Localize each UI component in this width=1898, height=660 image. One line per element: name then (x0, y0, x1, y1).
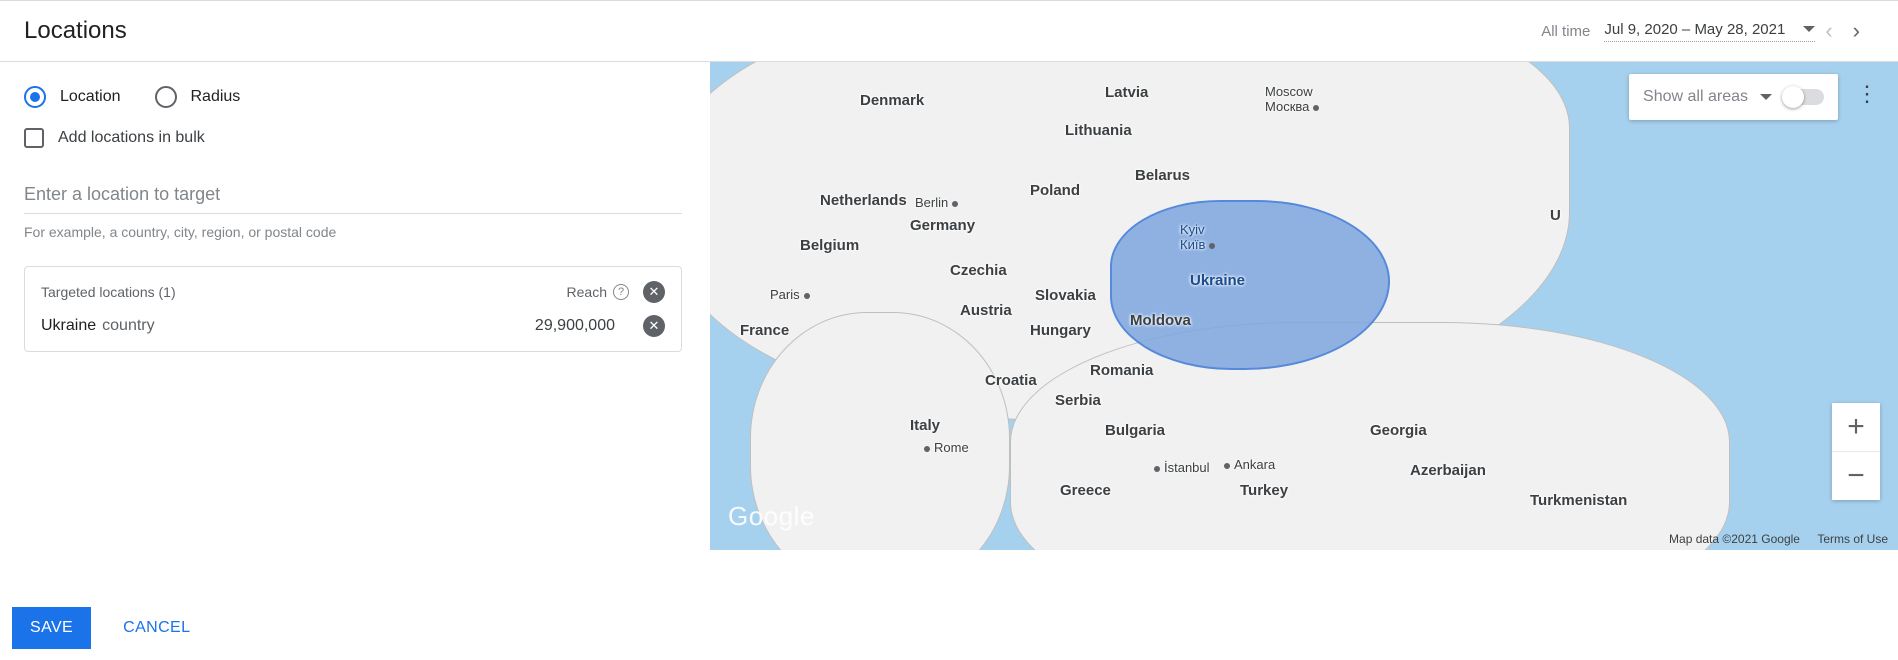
map-label: Belarus (1135, 167, 1190, 184)
map-attribution: Map data ©2021 Google Terms of Use (1669, 532, 1888, 546)
targeted-locations-box: Targeted locations (1) Reach ? ✕ Ukraine… (24, 266, 682, 352)
radio-radius[interactable]: Radius (155, 86, 241, 108)
zoom-out-button[interactable]: − (1832, 452, 1880, 500)
radio-location[interactable]: Location (24, 86, 121, 108)
map-label: Rome (920, 440, 969, 455)
map-label: Moldova (1130, 312, 1191, 329)
input-hint: For example, a country, city, region, or… (24, 224, 682, 240)
map-label: Belgium (800, 237, 859, 254)
map-label: Latvia (1105, 84, 1148, 101)
map-label: Austria (960, 302, 1012, 319)
header-bar: Locations All time Jul 9, 2020 – May 28,… (0, 0, 1898, 62)
date-range-picker[interactable]: All time Jul 9, 2020 – May 28, 2021 (1541, 21, 1815, 42)
google-logo: Google (728, 501, 815, 532)
map-label: Berlin (915, 195, 962, 210)
show-areas-toggle[interactable] (1784, 89, 1824, 105)
map-label: Italy (910, 417, 940, 434)
bulk-checkbox[interactable]: Add locations in bulk (24, 128, 682, 148)
map-label: Hungary (1030, 322, 1091, 339)
map-label: KyivКиїв (1180, 222, 1219, 252)
remove-target-button[interactable]: ✕ (643, 315, 665, 337)
map-label: Azerbaijan (1410, 462, 1486, 479)
map-label: France (740, 322, 789, 339)
date-range-label: All time (1541, 23, 1590, 40)
map-label: Slovakia (1035, 287, 1096, 304)
help-icon[interactable]: ? (613, 284, 629, 300)
prev-period-button: ‹ (1815, 14, 1842, 48)
chevron-down-icon (1803, 26, 1815, 32)
chevron-down-icon (1760, 94, 1772, 100)
page-title: Locations (24, 17, 127, 45)
map-label: Georgia (1370, 422, 1427, 439)
map-label: Turkey (1240, 482, 1288, 499)
map-label: Paris (770, 287, 814, 302)
zoom-in-button[interactable]: + (1832, 403, 1880, 451)
targets-header: Targeted locations (1) (41, 284, 176, 300)
map-menu-button[interactable]: ⋮ (1854, 74, 1880, 114)
terms-link[interactable]: Terms of Use (1817, 532, 1888, 546)
map-label: MoscowМосква (1265, 84, 1323, 114)
target-row: Ukraine country 29,900,000 ✕ (41, 315, 665, 337)
date-range-value: Jul 9, 2020 – May 28, 2021 (1604, 21, 1785, 38)
location-form: Location Radius Add locations in bulk Fo… (0, 62, 710, 550)
reach-label: Reach (567, 284, 607, 300)
map-label: Ankara (1220, 457, 1275, 472)
map-label: Turkmenistan (1530, 492, 1627, 509)
map-label: Germany (910, 217, 975, 234)
cancel-button[interactable]: CANCEL (117, 618, 196, 638)
map-label: Netherlands (820, 192, 907, 209)
map-label: Poland (1030, 182, 1080, 199)
map-label: Greece (1060, 482, 1111, 499)
map-label: Ukraine (1190, 272, 1245, 289)
map-label: Czechia (950, 262, 1007, 279)
map-label: Lithuania (1065, 122, 1132, 139)
map-label: Croatia (985, 372, 1037, 389)
map-label: Denmark (860, 92, 924, 109)
location-input[interactable] (24, 176, 682, 214)
map-canvas[interactable]: Denmark Netherlands Belgium Germany Berl… (710, 62, 1898, 550)
map-label: Bulgaria (1105, 422, 1165, 439)
footer-actions: SAVE CANCEL (0, 596, 196, 660)
zoom-control: + − (1832, 403, 1880, 500)
show-areas-control[interactable]: Show all areas (1629, 74, 1838, 120)
map-label: Serbia (1055, 392, 1101, 409)
next-period-button[interactable]: › (1843, 14, 1870, 48)
save-button[interactable]: SAVE (12, 607, 91, 649)
map-label: Romania (1090, 362, 1153, 379)
map-label: U (1550, 207, 1561, 224)
map-label: İstanbul (1150, 460, 1210, 475)
clear-all-button[interactable]: ✕ (643, 281, 665, 303)
